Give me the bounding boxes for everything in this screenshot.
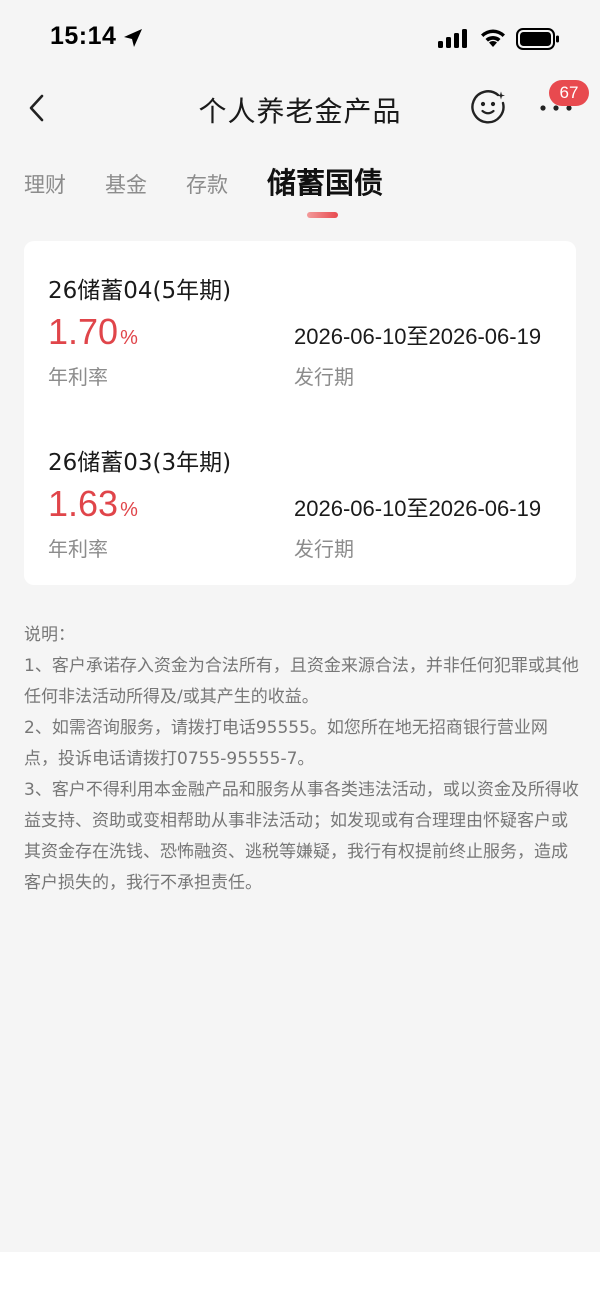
notes-heading: 说明：: [24, 625, 75, 645]
message-count-badge: 67: [549, 80, 589, 106]
disclaimer-notes: 说明： 1、客户承诺存入资金为合法所有，且资金来源合法，并非任何犯罪或其他任何非…: [24, 620, 580, 899]
rate-label: 年利率: [48, 365, 108, 389]
rate-label: 年利率: [48, 537, 108, 561]
tab-deposits[interactable]: 存款: [186, 169, 228, 199]
tab-wealth-management[interactable]: 理财: [24, 169, 66, 199]
tab-funds[interactable]: 基金: [105, 169, 147, 199]
status-bar: 15:14: [0, 0, 600, 80]
tab-savings-bonds[interactable]: 储蓄国债: [267, 160, 383, 202]
rate-unit: %: [120, 327, 138, 349]
nav-bar: 个人养老金产品 67: [0, 80, 600, 140]
rate-value: 1.63: [48, 483, 119, 524]
product-name: 26储蓄03(3年期): [48, 450, 232, 476]
issue-period: 2026-06-10至2026-06-19: [294, 324, 542, 349]
product-list-card: 26储蓄04(5年期) 1.70% 2026-06-10至2026-06-19 …: [24, 241, 576, 585]
smiley-assistant-icon[interactable]: [470, 89, 506, 125]
rate-unit: %: [120, 499, 138, 521]
period-label: 发行期: [294, 537, 354, 561]
battery-icon: [516, 28, 559, 50]
signal-icon: [438, 29, 467, 48]
category-tabs: 理财 基金 存款 储蓄国债: [0, 150, 600, 230]
product-name: 26储蓄04(5年期): [48, 278, 232, 304]
period-label: 发行期: [294, 365, 354, 389]
location-arrow-icon: [124, 29, 142, 47]
page-title: 个人养老金产品: [198, 95, 402, 128]
home-indicator-area: [0, 1252, 600, 1298]
note-item: 1、客户承诺存入资金为合法所有，且资金来源合法，并非任何犯罪或其他任何非法活动所…: [24, 656, 579, 707]
note-item: 2、如需咨询服务，请拨打电话95555。如您所在地无招商银行营业网点，投诉电话请…: [24, 718, 548, 769]
note-item: 3、客户不得利用本金融产品和服务从事各类违法活动，或以资金及所得收益支持、资助或…: [24, 780, 579, 893]
annual-rate: 1.63%: [48, 483, 138, 525]
annual-rate: 1.70%: [48, 311, 138, 353]
active-tab-indicator: [307, 212, 338, 218]
product-item[interactable]: 26储蓄03(3年期) 1.63% 2026-06-10至2026-06-19 …: [48, 443, 552, 583]
wifi-icon: [481, 29, 505, 47]
issue-period: 2026-06-10至2026-06-19: [294, 496, 542, 521]
rate-value: 1.70: [48, 311, 119, 352]
product-item[interactable]: 26储蓄04(5年期) 1.70% 2026-06-10至2026-06-19 …: [48, 271, 552, 411]
status-time: 15:14: [50, 22, 117, 50]
